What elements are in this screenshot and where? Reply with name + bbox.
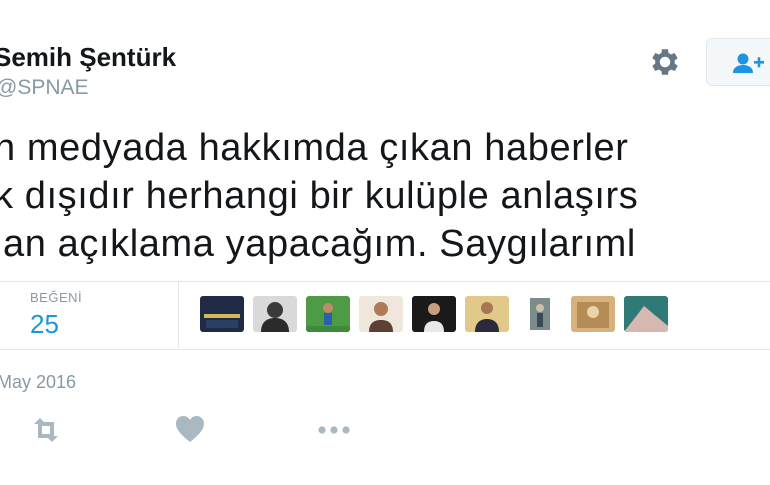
author-name[interactable]: Semih Şentürk <box>0 42 176 73</box>
retweet-icon[interactable] <box>28 414 64 446</box>
avatar[interactable] <box>624 296 668 332</box>
avatar[interactable] <box>571 296 615 332</box>
more-icon[interactable] <box>316 414 352 446</box>
avatar[interactable] <box>518 296 562 332</box>
likes-label[interactable]: BEĞENİ <box>30 290 82 305</box>
liker-avatars <box>200 296 668 332</box>
follow-button[interactable] <box>706 38 770 86</box>
stats-vertical-divider <box>178 282 179 348</box>
follow-user-icon <box>731 52 767 74</box>
avatar[interactable] <box>412 296 456 332</box>
avatar[interactable] <box>253 296 297 332</box>
avatar[interactable] <box>359 296 403 332</box>
avatar[interactable] <box>306 296 350 332</box>
like-heart-icon[interactable] <box>174 414 210 446</box>
tweet-date[interactable]: May 2016 <box>0 372 76 393</box>
likes-count[interactable]: 25 <box>30 309 59 340</box>
author-handle[interactable]: @SPNAE <box>0 76 89 100</box>
stats-bottom-divider <box>0 349 770 350</box>
gear-icon[interactable] <box>647 44 683 80</box>
avatar[interactable] <box>200 296 244 332</box>
tweet-text-line-3: lan açıklama yapacağım. Saygılarıml <box>0 223 636 265</box>
avatar[interactable] <box>465 296 509 332</box>
tweet-text-line-2: k dışıdır herhangi bir kulüple anlaşırs <box>0 175 639 217</box>
tweet-text-line-1: n medyada hakkımda çıkan haberler <box>0 127 629 169</box>
stats-top-divider <box>0 281 770 282</box>
